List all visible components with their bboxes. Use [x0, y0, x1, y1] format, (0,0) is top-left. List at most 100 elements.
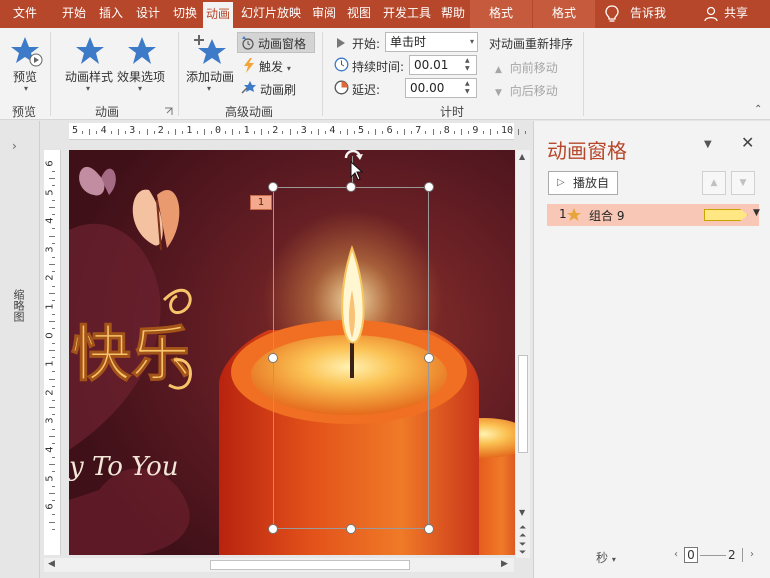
lightning-icon — [244, 58, 254, 73]
duration-input[interactable]: 00.01 ▲ ▼ — [409, 55, 477, 75]
timing-bar[interactable] — [704, 209, 748, 221]
scrollbar-thumb[interactable] — [518, 355, 528, 453]
ruler-tick-label: 2 — [44, 389, 56, 396]
ruler-tick-mark — [382, 131, 384, 134]
dialog-launcher-icon[interactable] — [164, 107, 173, 116]
animation-styles-button[interactable]: 动画样式 — [65, 68, 113, 85]
chevron-down-icon[interactable]: ▾ — [86, 84, 90, 93]
horizontal-scrollbar[interactable]: ◀ ▶ — [44, 558, 514, 572]
spin-up-icon[interactable]: ▲ — [465, 57, 475, 65]
effect-options-button[interactable]: 效果选项 — [117, 68, 165, 85]
animation-pane-icon — [242, 36, 254, 50]
expand-thumbnails-icon[interactable]: › — [12, 139, 17, 153]
scroll-left-icon[interactable]: ◀ — [48, 559, 55, 569]
move-up-button[interactable]: ▲ — [702, 171, 726, 195]
next-slide-icon[interactable]: ⏷ ⏷ — [519, 541, 526, 558]
selection-box[interactable] — [273, 187, 429, 529]
previous-slide-icon[interactable]: ⏶ ⏶ — [519, 524, 526, 541]
effect-options-star-icon[interactable] — [127, 36, 157, 66]
resize-handle[interactable] — [424, 524, 434, 534]
chevron-down-icon[interactable]: ▾ — [138, 84, 142, 93]
ruler-tick-mark — [203, 129, 205, 135]
tab-help[interactable]: 帮助 — [437, 0, 469, 28]
resize-handle[interactable] — [268, 353, 278, 363]
ruler-tick-mark — [325, 131, 327, 134]
ruler-tick-mark — [52, 328, 55, 330]
ruler-tick-mark — [268, 131, 270, 134]
seconds-dropdown[interactable]: 秒 ▾ — [596, 549, 616, 566]
ruler-tick-mark — [239, 131, 241, 134]
spin-down-icon[interactable]: ▼ — [465, 65, 475, 73]
resize-handle[interactable] — [424, 182, 434, 192]
ruler-tick-label: 2 — [272, 125, 279, 136]
ruler-tick-mark — [353, 131, 355, 134]
spin-up-icon[interactable]: ▲ — [465, 80, 475, 88]
timeline-left-icon[interactable]: ‹ — [674, 549, 678, 560]
animation-pane-button[interactable]: 动画窗格 — [237, 32, 315, 53]
timeline-right-icon[interactable]: › — [750, 549, 754, 560]
move-later-button[interactable]: ▼ 向后移动 — [495, 82, 558, 99]
resize-handle[interactable] — [268, 524, 278, 534]
animation-pane: 动画窗格 ▼ ✕ ▷ 播放自 ▲ ▼ 1 组合 9 ▼ 秒 ▾ ‹ 0 2 › — [533, 121, 770, 578]
add-animation-icon[interactable] — [193, 34, 227, 68]
delay-input[interactable]: 00.00 ▲ ▼ — [405, 78, 477, 98]
tab-design[interactable]: 设计 — [130, 0, 166, 28]
animation-styles-star-icon[interactable] — [75, 36, 105, 66]
animation-marker[interactable]: 1 — [250, 195, 272, 210]
preview-button[interactable]: 预览 — [13, 68, 37, 85]
tab-review[interactable]: 审阅 — [308, 0, 340, 28]
resize-handle[interactable] — [268, 182, 278, 192]
tab-insert[interactable]: 插入 — [93, 0, 129, 28]
vertical-scrollbar[interactable]: ▲ ▼ ⏶ ⏶ ⏷ ⏷ — [516, 150, 530, 558]
scrollbar-thumb[interactable] — [210, 560, 410, 570]
ruler-tick-mark — [52, 285, 55, 287]
tab-home[interactable]: 开始 — [56, 0, 92, 28]
tab-animations[interactable]: 动画 — [203, 2, 233, 28]
animation-list-item[interactable]: 1 组合 9 ▼ — [547, 204, 760, 226]
ruler-tick-mark — [49, 235, 55, 237]
chevron-down-icon[interactable]: ▾ — [24, 84, 28, 93]
resize-handle[interactable] — [424, 353, 434, 363]
ruler-tick-label: 3 — [129, 125, 136, 136]
preview-star-icon[interactable] — [10, 36, 44, 68]
move-down-button[interactable]: ▼ — [731, 171, 755, 195]
tab-slideshow[interactable]: 幻灯片放映 — [236, 0, 306, 28]
add-animation-button[interactable]: 添加动画 — [186, 68, 234, 85]
trigger-button[interactable]: 触发 ▾ — [259, 58, 291, 75]
tab-file[interactable]: 文件 — [0, 0, 50, 28]
seconds-label: 秒 — [596, 551, 609, 565]
tab-format-2[interactable]: 格式 — [533, 0, 595, 28]
tab-view[interactable]: 视图 — [342, 0, 376, 28]
start-select[interactable]: 单击时 ▾ — [385, 32, 478, 52]
scroll-right-icon[interactable]: ▶ — [501, 559, 508, 569]
tab-transitions[interactable]: 切换 — [167, 0, 203, 28]
item-dropdown-icon[interactable]: ▼ — [753, 208, 760, 218]
slide-canvas[interactable]: 快乐 y To You 1 — [69, 150, 515, 555]
scroll-down-icon[interactable]: ▼ — [519, 508, 525, 517]
ruler-tick-mark — [182, 131, 184, 134]
close-icon[interactable]: ✕ — [741, 133, 754, 152]
ruler-tick-label: 1 — [44, 303, 56, 310]
tab-format-1[interactable]: 格式 — [470, 0, 532, 28]
play-from-button[interactable]: ▷ 播放自 — [548, 171, 618, 195]
ruler-tick-mark — [496, 131, 498, 134]
tell-me-search[interactable]: 告诉我 — [628, 0, 668, 28]
tab-developer[interactable]: 开发工具 — [378, 0, 436, 28]
animation-painter-button[interactable]: 动画刷 — [260, 81, 296, 98]
chevron-down-icon[interactable]: ▾ — [207, 84, 211, 93]
resize-handle[interactable] — [346, 182, 356, 192]
ruler-tick-mark — [453, 131, 455, 134]
move-earlier-button[interactable]: ▲ 向前移动 — [495, 59, 558, 76]
collapse-ribbon-icon[interactable]: ⌃ — [754, 104, 762, 115]
ruler-tick-mark — [52, 199, 55, 201]
resize-handle[interactable] — [346, 524, 356, 534]
scroll-up-icon[interactable]: ▲ — [519, 152, 525, 161]
ruler-tick-mark — [89, 129, 91, 135]
spin-down-icon[interactable]: ▼ — [465, 88, 475, 96]
ruler-tick-mark — [318, 129, 320, 135]
pane-options-chevron-icon[interactable]: ▼ — [704, 139, 712, 150]
ruler-tick-mark — [310, 131, 312, 134]
ruler-tick-mark — [511, 131, 513, 134]
share-button[interactable]: 共享 — [720, 0, 752, 28]
ruler-tick-mark — [52, 485, 55, 487]
